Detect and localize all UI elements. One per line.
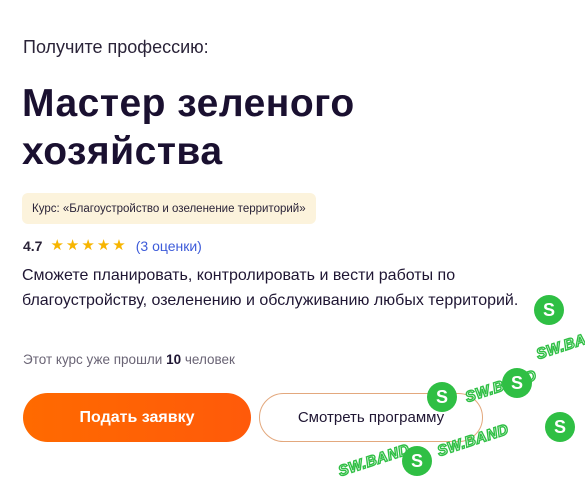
star-icon: ★	[96, 237, 111, 254]
students-count: Этот курс уже прошли 10 человек	[23, 352, 235, 367]
view-program-button[interactable]: Смотреть программу	[259, 393, 483, 442]
rating-score: 4.7	[23, 238, 43, 254]
rating-stars: ★ ★ ★ ★ ★	[50, 238, 125, 254]
eyebrow-label: Получите профессию:	[23, 37, 209, 57]
star-icon: ★	[112, 237, 126, 254]
course-description: Сможете планировать, контролировать и ве…	[22, 267, 519, 309]
page-title: Мастер зеленого хозяйства	[22, 82, 355, 173]
students-prefix: Этот курс уже прошли	[23, 352, 167, 367]
students-number: 10	[166, 352, 182, 367]
star-icon: ★	[81, 237, 95, 254]
rating: 4.7 ★ ★ ★ ★ ★ (3 оценки)	[23, 238, 202, 255]
apply-button[interactable]: Подать заявку	[23, 393, 251, 442]
course-badge: Курс: «Благоустройство и озеленение терр…	[22, 193, 316, 224]
star-icon: ★	[50, 237, 64, 254]
course-hero: Получите профессию: Мастер зеленого хозя…	[22, 0, 585, 476]
star-icon: ★	[65, 237, 80, 254]
reviews-link[interactable]: (3 оценки)	[136, 238, 202, 254]
students-suffix: человек	[181, 352, 235, 367]
